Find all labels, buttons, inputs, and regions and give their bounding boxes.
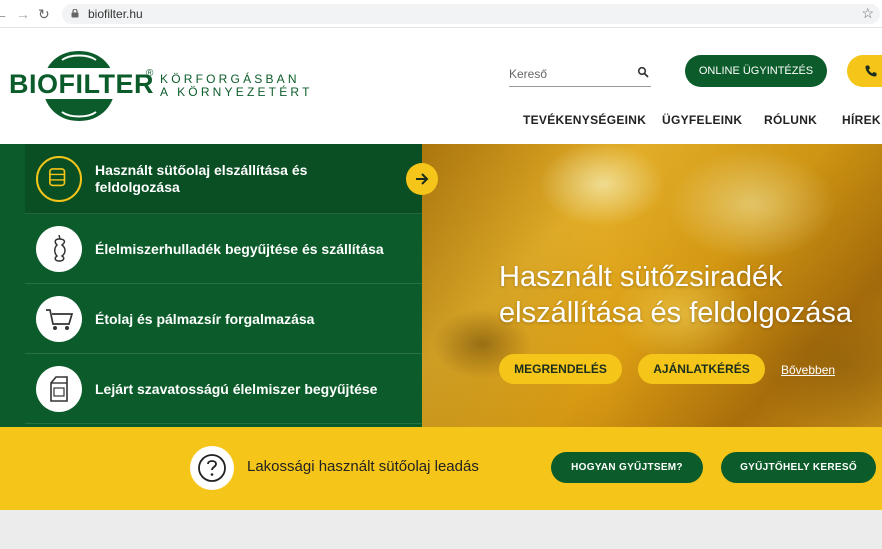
service-label: Használt sütőolaj elszállítása és feldol… — [95, 162, 308, 195]
apple-core-icon — [36, 226, 82, 272]
brand-name[interactable]: BIOFILTER — [9, 69, 154, 100]
online-services-button[interactable]: ONLINE ÜGYINTÉZÉS — [685, 55, 827, 87]
service-expired-food[interactable]: Lejárt szavatosságú élelmiszer begyűjtés… — [25, 354, 422, 424]
order-button[interactable]: MEGRENDELÉS — [499, 354, 622, 384]
bookmark-star-icon[interactable]: ☆ — [861, 5, 874, 22]
reload-icon[interactable]: ↻ — [38, 5, 50, 23]
how-to-collect-button[interactable]: HOGYAN GYŰJTSEM? — [551, 452, 703, 483]
hero-banner: Használt sütőzsiradék elszállítása és fe… — [422, 144, 882, 427]
nav-activities[interactable]: TEVÉKENYSÉGEINK — [523, 113, 646, 127]
search-icon[interactable] — [637, 66, 649, 78]
service-label: Lejárt szavatosságú élelmiszer begyűjtés… — [95, 380, 378, 397]
brand-tagline: KÖRFORGÁSBAN A KÖRNYEZETÉRT — [160, 73, 313, 99]
service-arrow-button[interactable] — [406, 163, 438, 195]
hero-title: Használt sütőzsiradék elszállítása és fe… — [499, 261, 853, 329]
service-label: Étolaj és pálmazsír forgalmazása — [95, 310, 315, 327]
nav-news[interactable]: HÍREK — [842, 113, 881, 127]
band-text: Lakossági használt sütőolaj leadás — [247, 458, 479, 475]
forward-icon[interactable]: → — [16, 5, 30, 23]
nav-about[interactable]: RÓLUNK — [764, 113, 817, 127]
site-header: BIOFILTER ® KÖRFORGÁSBAN A KÖRNYEZETÉRT … — [0, 28, 882, 144]
service-cooking-oil-sales[interactable]: Étolaj és pálmazsír forgalmazása — [25, 284, 422, 354]
nav-clients[interactable]: ÜGYFELEINK — [662, 113, 742, 127]
tagline-line-2: A KÖRNYEZETÉRT — [160, 85, 313, 99]
search-placeholder: Kereső — [509, 67, 548, 81]
lock-icon — [71, 9, 79, 18]
more-link[interactable]: Bővebben — [781, 363, 835, 377]
services-menu: Használt sütőolaj elszállítása és feldol… — [0, 144, 422, 427]
oil-barrel-icon — [36, 156, 82, 202]
arrow-right-icon — [416, 173, 429, 185]
question-icon — [190, 446, 234, 490]
service-label: Élelmiszerhulladék begyűjtése és szállít… — [95, 240, 384, 257]
service-used-oil[interactable]: Használt sütőolaj elszállítása és feldol… — [25, 144, 422, 214]
residential-oil-band: Lakossági használt sütőolaj leadás HOGYA… — [0, 427, 882, 510]
registered-mark: ® — [146, 68, 154, 79]
shopping-cart-icon — [36, 296, 82, 342]
quote-request-button[interactable]: AJÁNLATKÉRÉS — [638, 354, 765, 384]
url-text: biofilter.hu — [88, 7, 143, 21]
browser-toolbar: ← → ↻ biofilter.hu ☆ — [0, 0, 882, 28]
address-bar[interactable]: biofilter.hu ☆ — [62, 4, 880, 24]
phone-button[interactable] — [847, 55, 882, 87]
search-input[interactable]: Kereső — [509, 61, 651, 87]
milk-carton-icon — [36, 366, 82, 412]
service-food-waste[interactable]: Élelmiszerhulladék begyűjtése és szállít… — [25, 214, 422, 284]
page-footer-strip — [0, 510, 882, 549]
back-icon[interactable]: ← — [0, 5, 8, 23]
phone-icon — [865, 65, 877, 77]
collection-point-finder-button[interactable]: GYŰJTŐHELY KERESŐ — [721, 452, 876, 483]
